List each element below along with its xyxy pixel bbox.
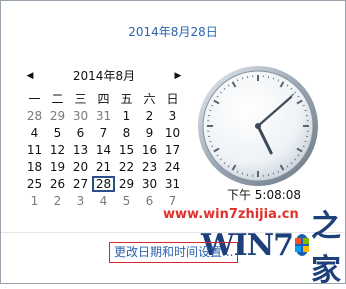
calendar-day[interactable]: 14 <box>92 142 115 158</box>
calendar-day[interactable]: 17 <box>161 142 184 158</box>
clock-center-pin <box>255 123 261 129</box>
weekday-header: 五 <box>115 91 138 107</box>
next-month-button[interactable]: ▶ <box>171 67 185 85</box>
calendar-day[interactable]: 9 <box>138 125 161 141</box>
calendar-day[interactable]: 25 <box>23 176 46 192</box>
calendar-day[interactable]: 23 <box>138 159 161 175</box>
calendar-day[interactable]: 31 <box>92 108 115 124</box>
logo-tail: 之家 <box>311 201 341 289</box>
calendar-day[interactable]: 26 <box>46 176 69 192</box>
weekday-header: 日 <box>161 91 184 107</box>
calendar-day[interactable]: 11 <box>23 142 46 158</box>
calendar-day[interactable]: 28 <box>23 108 46 124</box>
calendar-day[interactable]: 4 <box>23 125 46 141</box>
long-date-link[interactable]: 2014年8月28日 <box>1 23 345 40</box>
weekday-header: 二 <box>46 91 69 107</box>
calendar-day[interactable]: 30 <box>138 176 161 192</box>
datetime-flyout: 2014年8月28日 ◀ 2014年8月 ▶ 一二三四五六日2829303112… <box>0 0 346 284</box>
calendar-day-today[interactable]: 28 <box>92 176 115 192</box>
digital-time: 下午 5:08:08 <box>209 186 319 203</box>
calendar-day[interactable]: 2 <box>138 108 161 124</box>
calendar-day[interactable]: 12 <box>46 142 69 158</box>
calendar-day[interactable]: 6 <box>138 193 161 209</box>
calendar-day[interactable]: 29 <box>115 176 138 192</box>
calendar-day[interactable]: 29 <box>46 108 69 124</box>
month-label[interactable]: 2014年8月 <box>41 67 167 85</box>
calendar-day[interactable]: 1 <box>23 193 46 209</box>
calendar-day[interactable]: 5 <box>46 125 69 141</box>
weekday-header: 一 <box>23 91 46 107</box>
calendar-day[interactable]: 6 <box>69 125 92 141</box>
calendar-day[interactable]: 30 <box>69 108 92 124</box>
watermark-url: www.win7zhijia.cn <box>163 207 299 222</box>
calendar-day[interactable]: 10 <box>161 125 184 141</box>
calendar-day[interactable]: 1 <box>115 108 138 124</box>
calendar-day[interactable]: 7 <box>92 125 115 141</box>
calendar-day[interactable]: 20 <box>69 159 92 175</box>
calendar-day[interactable]: 18 <box>23 159 46 175</box>
calendar-month-nav: ◀ 2014年8月 ▶ <box>23 67 185 85</box>
weekday-header: 六 <box>138 91 161 107</box>
calendar-day[interactable]: 3 <box>161 108 184 124</box>
calendar-day[interactable]: 15 <box>115 142 138 158</box>
calendar-day[interactable]: 4 <box>92 193 115 209</box>
calendar-day[interactable]: 24 <box>161 159 184 175</box>
triangle-left-icon: ◀ <box>27 71 34 81</box>
weekday-header: 四 <box>92 91 115 107</box>
change-datetime-settings-link[interactable]: 更改日期和时间设置... <box>109 242 238 263</box>
calendar-day[interactable]: 13 <box>69 142 92 158</box>
triangle-right-icon: ▶ <box>175 71 182 81</box>
analog-clock <box>197 65 319 187</box>
calendar-day[interactable]: 16 <box>138 142 161 158</box>
calendar-day[interactable]: 5 <box>115 193 138 209</box>
calendar-day[interactable]: 2 <box>46 193 69 209</box>
calendar-day[interactable]: 21 <box>92 159 115 175</box>
calendar-day[interactable]: 31 <box>161 176 184 192</box>
calendar-day[interactable]: 3 <box>69 193 92 209</box>
calendar-grid: 一二三四五六日282930311234567891011121314151617… <box>23 91 184 209</box>
calendar-day[interactable]: 22 <box>115 159 138 175</box>
calendar-day[interactable]: 8 <box>115 125 138 141</box>
windows-flag-icon <box>295 234 309 256</box>
weekday-header: 三 <box>69 91 92 107</box>
calendar-day[interactable]: 27 <box>69 176 92 192</box>
prev-month-button[interactable]: ◀ <box>23 67 37 85</box>
calendar-day[interactable]: 19 <box>46 159 69 175</box>
